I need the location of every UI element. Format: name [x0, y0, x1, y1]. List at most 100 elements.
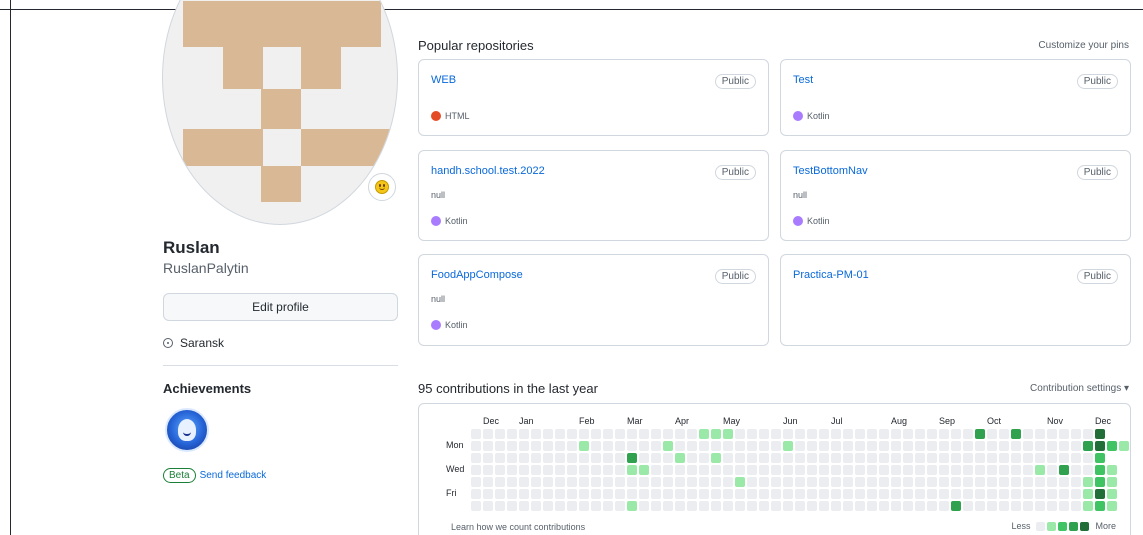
contribution-day-cell[interactable] — [675, 501, 685, 511]
contribution-day-cell[interactable] — [867, 489, 877, 499]
contribution-day-cell[interactable] — [639, 441, 649, 451]
edit-profile-button[interactable]: Edit profile — [163, 293, 398, 321]
contribution-day-cell[interactable] — [627, 501, 637, 511]
contribution-day-cell[interactable] — [855, 465, 865, 475]
contribution-day-cell[interactable] — [855, 477, 865, 487]
contribution-day-cell[interactable] — [507, 441, 517, 451]
contribution-day-cell[interactable] — [795, 501, 805, 511]
contribution-day-cell[interactable] — [783, 429, 793, 439]
contribution-day-cell[interactable] — [831, 489, 841, 499]
contribution-day-cell[interactable] — [483, 489, 493, 499]
contribution-day-cell[interactable] — [867, 429, 877, 439]
contribution-day-cell[interactable] — [687, 465, 697, 475]
contribution-day-cell[interactable] — [747, 441, 757, 451]
contribution-day-cell[interactable] — [543, 477, 553, 487]
contribution-day-cell[interactable] — [1095, 489, 1105, 499]
contribution-day-cell[interactable] — [591, 501, 601, 511]
contribution-day-cell[interactable] — [1059, 465, 1069, 475]
contribution-day-cell[interactable] — [1071, 501, 1081, 511]
contribution-day-cell[interactable] — [699, 477, 709, 487]
contribution-day-cell[interactable] — [1023, 489, 1033, 499]
contribution-day-cell[interactable] — [963, 477, 973, 487]
contribution-day-cell[interactable] — [543, 429, 553, 439]
contribution-day-cell[interactable] — [1011, 501, 1021, 511]
contribution-day-cell[interactable] — [795, 453, 805, 463]
contribution-day-cell[interactable] — [1071, 465, 1081, 475]
repo-name-link[interactable]: handh.school.test.2022 — [431, 165, 545, 177]
contribution-day-cell[interactable] — [771, 489, 781, 499]
contribution-day-cell[interactable] — [951, 453, 961, 463]
contribution-day-cell[interactable] — [1071, 489, 1081, 499]
contribution-day-cell[interactable] — [747, 501, 757, 511]
contribution-day-cell[interactable] — [471, 465, 481, 475]
contribution-day-cell[interactable] — [975, 453, 985, 463]
contribution-day-cell[interactable] — [1083, 489, 1093, 499]
contribution-day-cell[interactable] — [975, 465, 985, 475]
contribution-day-cell[interactable] — [915, 501, 925, 511]
contribution-day-cell[interactable] — [915, 453, 925, 463]
contribution-day-cell[interactable] — [831, 501, 841, 511]
contribution-day-cell[interactable] — [579, 429, 589, 439]
contribution-day-cell[interactable] — [843, 501, 853, 511]
contribution-day-cell[interactable] — [951, 441, 961, 451]
contribution-day-cell[interactable] — [627, 465, 637, 475]
contribution-day-cell[interactable] — [807, 453, 817, 463]
contribution-day-cell[interactable] — [999, 465, 1009, 475]
contribution-day-cell[interactable] — [939, 489, 949, 499]
contribution-day-cell[interactable] — [795, 465, 805, 475]
contribution-day-cell[interactable] — [831, 465, 841, 475]
contribution-day-cell[interactable] — [567, 441, 577, 451]
contribution-day-cell[interactable] — [567, 489, 577, 499]
contribution-day-cell[interactable] — [639, 489, 649, 499]
contribution-day-cell[interactable] — [903, 477, 913, 487]
contribution-day-cell[interactable] — [723, 501, 733, 511]
contribution-day-cell[interactable] — [831, 441, 841, 451]
contribution-day-cell[interactable] — [1083, 501, 1093, 511]
contribution-day-cell[interactable] — [1035, 501, 1045, 511]
achievements-title[interactable]: Achievements — [163, 381, 251, 396]
contribution-day-cell[interactable] — [699, 429, 709, 439]
contribution-day-cell[interactable] — [471, 489, 481, 499]
contribution-day-cell[interactable] — [1107, 501, 1117, 511]
contribution-day-cell[interactable] — [999, 453, 1009, 463]
contribution-day-cell[interactable] — [1035, 477, 1045, 487]
contribution-day-cell[interactable] — [471, 453, 481, 463]
contribution-day-cell[interactable] — [495, 441, 505, 451]
contribution-day-cell[interactable] — [699, 465, 709, 475]
contribution-day-cell[interactable] — [843, 453, 853, 463]
contribution-day-cell[interactable] — [771, 441, 781, 451]
contribution-day-cell[interactable] — [987, 429, 997, 439]
contribution-day-cell[interactable] — [807, 501, 817, 511]
contribution-day-cell[interactable] — [555, 441, 565, 451]
contribution-day-cell[interactable] — [1047, 441, 1057, 451]
contribution-day-cell[interactable] — [951, 489, 961, 499]
contribution-day-cell[interactable] — [519, 441, 529, 451]
send-feedback-link[interactable]: Send feedback — [200, 470, 267, 481]
contribution-day-cell[interactable] — [603, 465, 613, 475]
contribution-day-cell[interactable] — [939, 465, 949, 475]
contribution-day-cell[interactable] — [663, 441, 673, 451]
contribution-day-cell[interactable] — [819, 489, 829, 499]
contribution-day-cell[interactable] — [807, 477, 817, 487]
contribution-day-cell[interactable] — [651, 429, 661, 439]
contribution-day-cell[interactable] — [819, 453, 829, 463]
contribution-day-cell[interactable] — [1023, 453, 1033, 463]
contribution-day-cell[interactable] — [1095, 441, 1105, 451]
contribution-day-cell[interactable] — [651, 501, 661, 511]
contribution-day-cell[interactable] — [579, 489, 589, 499]
contribution-day-cell[interactable] — [675, 441, 685, 451]
contribution-day-cell[interactable] — [711, 453, 721, 463]
contribution-day-cell[interactable] — [555, 465, 565, 475]
contribution-day-cell[interactable] — [879, 501, 889, 511]
contribution-day-cell[interactable] — [819, 429, 829, 439]
contribution-day-cell[interactable] — [615, 465, 625, 475]
contribution-day-cell[interactable] — [987, 489, 997, 499]
contribution-day-cell[interactable] — [591, 477, 601, 487]
contribution-day-cell[interactable] — [531, 501, 541, 511]
contribution-day-cell[interactable] — [555, 429, 565, 439]
contribution-day-cell[interactable] — [771, 453, 781, 463]
contribution-day-cell[interactable] — [651, 465, 661, 475]
contribution-day-cell[interactable] — [759, 441, 769, 451]
contribution-day-cell[interactable] — [999, 477, 1009, 487]
contribution-day-cell[interactable] — [927, 453, 937, 463]
